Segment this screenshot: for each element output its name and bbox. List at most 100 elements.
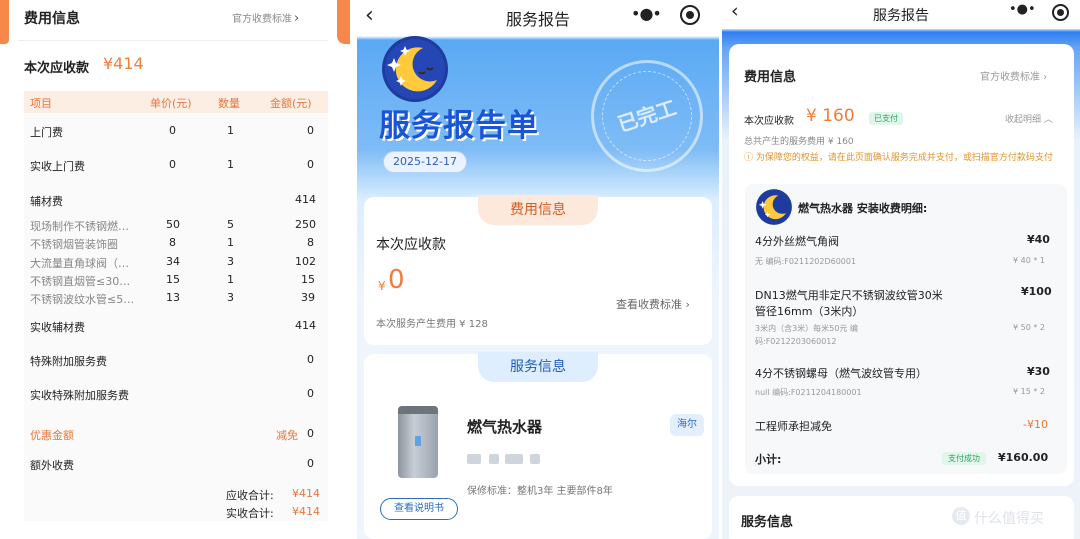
row-qty: 减免 (276, 429, 298, 442)
amount-due-label: 本次应收款 (744, 116, 794, 127)
official-fee-standard-link[interactable]: 官方收费标准 › (232, 10, 299, 26)
official-fee-standard-link[interactable]: 官方收费标准 › (980, 68, 1047, 83)
row-price: 50 (166, 218, 180, 231)
row-amount: 0 (307, 353, 314, 366)
row-amount: 0 (307, 158, 314, 171)
row-amount: 250 (295, 218, 316, 231)
header-unit-price: 单价(元) (150, 97, 192, 110)
row-qty: 1 (227, 158, 234, 171)
accent-bar-left (0, 0, 9, 44)
detail-item-unit: ¥ 15 * 2 (1013, 387, 1045, 396)
detail-item-price: ¥30 (1027, 365, 1050, 378)
row-price: 0 (169, 158, 176, 171)
service-info-tab: 服务信息 (478, 352, 598, 382)
watermark-logo-icon: 值 (952, 507, 970, 525)
currency-symbol: ¥ (378, 279, 386, 293)
detail-item-price: ¥100 (1021, 285, 1052, 298)
row-name: 现场制作不锈钢燃… (30, 220, 129, 233)
row-amount: 39 (301, 291, 315, 304)
page-title: 服务报告 (505, 10, 570, 29)
row-amount: 0 (307, 124, 314, 137)
warranty-info: 保修标准：整机3年 主要部件8年 (467, 486, 613, 497)
detail-item-name: 4分不锈钢螺母（燃气波纹管专用） (755, 367, 927, 380)
row-name: 大流量直角球阀（… (30, 257, 129, 270)
detail-item-code-line2: 码:F0212203060012 (755, 337, 837, 346)
engineer-discount-value: -¥10 (1023, 418, 1048, 431)
view-fee-standard-link[interactable]: 查看收费标准 › (616, 296, 690, 312)
moon-mascot-icon (382, 36, 448, 102)
chevron-right-icon: › (685, 298, 690, 311)
detail-item-name: 4分外丝燃气角阀 (755, 235, 839, 248)
row-amount: 414 (295, 319, 316, 332)
row-price: 34 (166, 255, 180, 268)
total-received-value: ¥414 (292, 505, 320, 518)
official-fee-label: 官方收费标准 (232, 14, 292, 25)
row-amount: 8 (307, 236, 314, 249)
fee-table-header: 项目 单价(元) 数量 金额(元) (24, 91, 328, 113)
product-name: 燃气热水器 (467, 418, 543, 436)
row-name: 额外收费 (30, 459, 74, 472)
row-amount: 0 (307, 427, 314, 440)
close-miniprogram-icon[interactable] (680, 5, 700, 25)
fee-section-title: 费用信息 (24, 11, 80, 27)
payment-success-badge: 支付成功 (942, 452, 986, 465)
watermark-text: 什么值得买 (974, 511, 1044, 527)
header-amount: 金额(元) (270, 97, 312, 110)
view-manual-button[interactable]: 查看说明书 (380, 498, 458, 520)
report-big-title: 服务报告单 (379, 108, 539, 144)
service-info-card: 服务信息 燃气热水器 海尔 保修标准：整机3年 主要部件8年 查看说明书 (364, 352, 712, 539)
amount-due-label: 本次应收款 (376, 237, 446, 253)
payment-notice: ⓘ 为保障您的权益，请在此页面确认服务完成并支付，或扫描官方付款码支付 (744, 153, 1053, 163)
detail-item-code: 无 编码:F0211202D60001 (755, 257, 857, 266)
row-name: 不锈钢波纹水管≤5… (30, 293, 135, 306)
row-price: 15 (166, 273, 180, 286)
row-amount: 0 (307, 387, 314, 400)
row-name: 不锈钢烟管装饰圈 (30, 238, 118, 251)
completed-stamp: 已完工 (576, 45, 718, 187)
total-due-value: ¥414 (292, 487, 320, 500)
row-name: 特殊附加服务费 (30, 355, 107, 368)
fee-info-card: 费用信息 本次应收款 ¥ 0 查看收费标准 › 本次服务产生费用 ¥ 128 (364, 195, 712, 345)
fee-section-title: 费用信息 (744, 70, 797, 85)
collapse-details-toggle[interactable]: 收起明细 ︿ (1005, 112, 1053, 125)
amount-due-label: 本次应收款 (24, 61, 90, 76)
blurred-model-text (489, 454, 499, 464)
accent-bar-right (337, 0, 350, 44)
divider (18, 40, 328, 41)
total-received-label: 实收合计: (226, 507, 274, 520)
detail-item-unit: ¥ 50 * 2 (1013, 323, 1045, 332)
blurred-model-text (530, 454, 540, 464)
row-qty: 5 (227, 218, 234, 231)
paid-badge: 已支付 (869, 112, 903, 125)
detail-item-unit: ¥ 40 * 1 (1013, 256, 1045, 265)
row-amount: 102 (295, 255, 316, 268)
row-qty: 3 (227, 291, 234, 304)
view-fee-standard-label: 查看收费标准 (616, 298, 682, 311)
total-due-label: 应收合计: (226, 489, 274, 502)
more-menu-icon[interactable]: •●• (631, 4, 662, 23)
amount-due-value: ¥414 (103, 54, 144, 73)
detail-item-price: ¥40 (1027, 233, 1050, 246)
engineer-discount-label: 工程师承担减免 (755, 420, 832, 433)
row-price: 8 (169, 236, 176, 249)
detail-item-name: DN13燃气用非定尺不锈钢波纹管30米 (755, 289, 943, 302)
more-menu-icon[interactable]: •●• (1009, 2, 1036, 17)
row-qty: 3 (227, 255, 234, 268)
detail-item-code: 3米内（含3米）每米50元 编 (755, 324, 858, 333)
row-name: 实收上门费 (30, 160, 85, 173)
fee-table: 项目 单价(元) 数量 金额(元) 上门费 0 1 0 实收上门费 0 1 0 … (24, 91, 328, 521)
service-fee-note: 本次服务产生费用 ¥ 128 (376, 319, 488, 330)
row-price: 13 (166, 291, 180, 304)
row-name: 辅材费 (30, 195, 63, 208)
row-name: 实收辅材费 (30, 321, 85, 334)
row-qty: 1 (227, 236, 234, 249)
row-price: 0 (169, 124, 176, 137)
subtotal-label: 小计: (755, 453, 782, 466)
row-qty: 1 (227, 124, 234, 137)
detail-title: 燃气热水器 安装收费明细: (798, 202, 928, 215)
row-name: 实收特殊附加服务费 (30, 389, 129, 402)
detail-item-code: null 编码:F0211204180001 (755, 388, 862, 397)
fee-panel-left: 费用信息 官方收费标准 › 本次应收款 ¥414 项目 单价(元) 数量 金额(元… (0, 0, 350, 539)
close-miniprogram-icon[interactable] (1052, 4, 1069, 21)
row-amount: 414 (295, 193, 316, 206)
